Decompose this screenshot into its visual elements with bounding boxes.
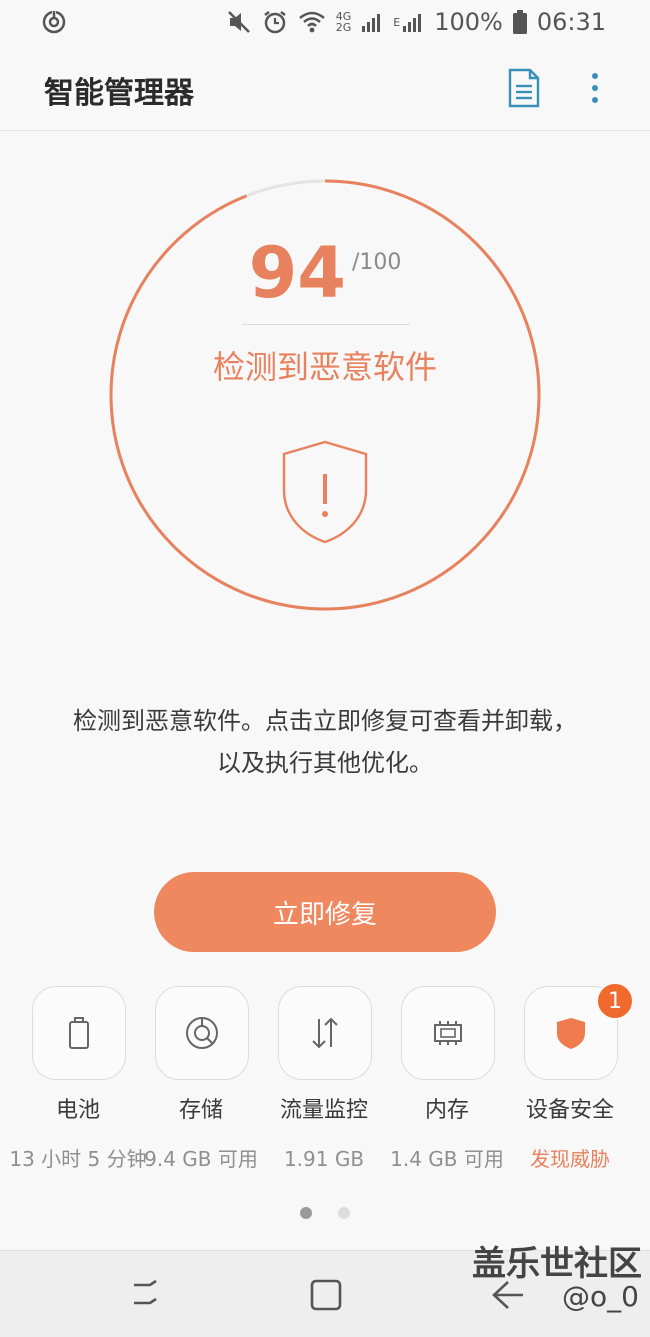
warning-shield-icon (282, 440, 368, 544)
watermark-handle: @o_0 (562, 1280, 639, 1313)
recent-apps-icon[interactable] (128, 1277, 162, 1311)
app-bar: 智能管理器 (0, 44, 650, 131)
tool-icon-box[interactable] (155, 986, 249, 1080)
score-divider (242, 324, 410, 325)
home-icon[interactable] (308, 1277, 344, 1313)
more-options-icon[interactable] (580, 70, 610, 106)
page-indicator (300, 1207, 350, 1219)
memory-chip-icon (434, 1021, 462, 1045)
signal-icon (403, 14, 422, 32)
battery-icon (512, 10, 527, 34)
sync-icon (42, 10, 66, 34)
tool-icon-box[interactable] (32, 986, 126, 1080)
tool-value: 发现威胁 (530, 1147, 610, 1171)
score-value: 94 (248, 232, 346, 314)
battery-icon (69, 1017, 89, 1049)
watermark-title: 盖乐世社区 (472, 1244, 642, 1284)
storage-icon (186, 1017, 218, 1049)
score-display: 94/100 (0, 232, 650, 314)
clock: 06:31 (536, 8, 606, 36)
fix-now-button[interactable]: 立即修复 (154, 872, 496, 952)
data-transfer-icon (312, 1017, 338, 1049)
network-e-label: E (393, 15, 401, 29)
network-type-icon: 4G 2G (335, 10, 352, 34)
alarm-icon (263, 11, 286, 34)
tool-label: 设备安全 (525, 1098, 614, 1123)
description-line: 检测到恶意软件。点击立即修复可查看并卸载， (73, 707, 577, 735)
wifi-icon (298, 11, 325, 33)
mute-icon (227, 11, 250, 33)
battery-percent: 100% (434, 8, 503, 36)
gauge-status-text: 检测到恶意软件 (212, 348, 437, 386)
tool-icon-box[interactable] (278, 986, 372, 1080)
notification-badge: 1 (596, 982, 634, 1020)
description-line: 以及执行其他优化。 (217, 749, 433, 777)
document-icon[interactable] (506, 68, 542, 108)
page-dot[interactable] (338, 1207, 350, 1219)
status-bar: 4G 2G E 100% 06:31 (0, 0, 650, 44)
status-description: 检测到恶意软件。点击立即修复可查看并卸载， 以及执行其他优化。 (0, 700, 650, 784)
tool-icon-box[interactable] (401, 986, 495, 1080)
shield-icon (557, 1018, 585, 1049)
page-dot-active[interactable] (300, 1207, 312, 1219)
signal-icon (362, 14, 381, 32)
page-title: 智能管理器 (44, 76, 194, 111)
score-max: /100 (352, 250, 402, 275)
